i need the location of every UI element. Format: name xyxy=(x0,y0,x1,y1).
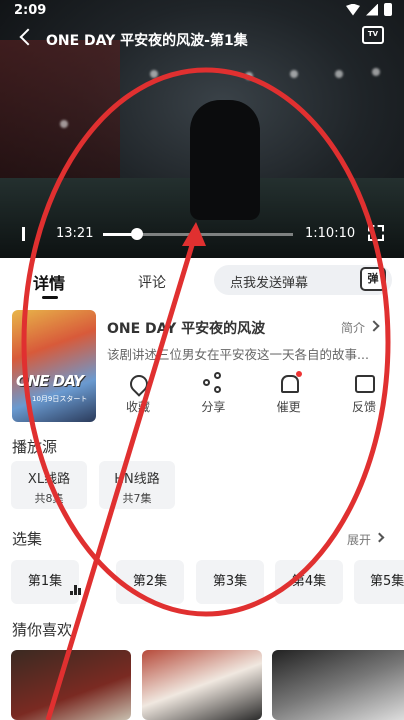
battery-icon xyxy=(384,3,392,16)
danmaku-input[interactable]: 点我发送弹幕 弹 xyxy=(214,265,392,295)
danmaku-placeholder: 点我发送弹幕 xyxy=(230,276,309,291)
tab-comment[interactable]: 评论 xyxy=(138,272,166,292)
feedback-icon xyxy=(353,372,375,394)
chevron-right-icon[interactable] xyxy=(368,320,380,332)
tab-indicator xyxy=(42,296,58,299)
show-title: ONE DAY 平安夜的风波 xyxy=(107,321,266,337)
show-poster: ONE DAY 10月9日スタート xyxy=(12,310,96,422)
source-count: 共8集 xyxy=(34,492,64,505)
video-player[interactable]: 2:09 ONE DAY 平安夜的风波-第1集 TV 13:21 1:10:10 xyxy=(0,0,404,258)
tv-cast-icon[interactable]: TV xyxy=(362,26,384,44)
player-top-bar: ONE DAY 平安夜的风波-第1集 TV xyxy=(0,24,404,56)
danmaku-toggle-icon[interactable]: 弹 xyxy=(360,267,386,291)
episode-label: 第2集 xyxy=(132,574,168,589)
show-description: 该剧讲述三位男女在平安夜这一天各自的故事... xyxy=(107,347,369,362)
now-playing-icon xyxy=(70,585,82,595)
source-name: XL线路 xyxy=(27,472,71,487)
source-item[interactable]: XL线路 共8集 xyxy=(11,461,87,509)
recommend-card[interactable] xyxy=(142,650,262,720)
video-frame-figure xyxy=(190,100,260,220)
poster-date: 10月9日スタート xyxy=(32,395,88,403)
episode-label: 第3集 xyxy=(212,574,248,589)
status-bar: 2:09 xyxy=(0,0,404,24)
episodes-title: 选集 xyxy=(12,530,43,548)
remind-update-button[interactable]: 催更 xyxy=(259,371,319,424)
back-icon[interactable] xyxy=(16,28,36,48)
bell-icon xyxy=(278,371,302,394)
wifi-icon xyxy=(346,3,360,16)
current-time: 13:21 xyxy=(56,226,94,241)
episode-item[interactable]: 第4集 xyxy=(275,560,343,604)
feedback-label: 反馈 xyxy=(351,400,376,414)
chevron-right-icon[interactable] xyxy=(374,532,385,543)
recommend-card[interactable] xyxy=(272,650,404,720)
episode-label: 第5集 xyxy=(370,574,404,589)
source-item[interactable]: HN线路 共7集 xyxy=(99,461,175,509)
episode-label: 第1集 xyxy=(27,574,63,589)
episode-label: 第4集 xyxy=(291,574,327,589)
share-icon xyxy=(202,372,224,394)
feedback-button[interactable]: 反馈 xyxy=(334,372,394,424)
heart-icon xyxy=(127,372,149,394)
video-frame-wall xyxy=(0,40,120,190)
signal-icon xyxy=(366,3,378,16)
status-time: 2:09 xyxy=(14,3,47,18)
fullscreen-icon[interactable] xyxy=(368,225,384,241)
remind-update-label: 催更 xyxy=(276,400,301,414)
episode-item[interactable]: 第5集 xyxy=(354,560,404,604)
episode-item[interactable]: 第1集 xyxy=(11,560,79,604)
total-time: 1:10:10 xyxy=(305,226,356,241)
share-label: 分享 xyxy=(201,400,226,414)
episode-item[interactable]: 第3集 xyxy=(196,560,264,604)
favorite-button[interactable]: 收藏 xyxy=(108,372,168,424)
detail-tabs: 详情 评论 点我发送弹幕 弹 xyxy=(0,258,404,302)
recommend-card[interactable] xyxy=(11,650,131,720)
video-title: ONE DAY 平安夜的风波-第1集 xyxy=(46,33,248,49)
seek-knob[interactable] xyxy=(131,228,144,240)
pause-icon[interactable] xyxy=(22,227,25,241)
share-button[interactable]: 分享 xyxy=(183,372,243,424)
recommend-row xyxy=(0,650,404,720)
poster-title: ONE DAY xyxy=(16,372,84,390)
sources-title: 播放源 xyxy=(12,438,58,456)
source-count: 共7集 xyxy=(122,492,152,505)
player-controls: 13:21 1:10:10 xyxy=(0,222,404,246)
favorite-label: 收藏 xyxy=(125,400,150,414)
intro-link[interactable]: 简介 xyxy=(341,319,365,336)
recommend-title: 猜你喜欢 xyxy=(12,621,73,639)
expand-link[interactable]: 展开 xyxy=(347,531,371,548)
seek-bar[interactable] xyxy=(103,228,293,240)
action-row: 收藏 分享 催更 反馈 xyxy=(108,371,394,424)
source-name: HN线路 xyxy=(114,472,160,487)
episode-item[interactable]: 第2集 xyxy=(116,560,184,604)
tab-detail[interactable]: 详情 xyxy=(33,270,65,294)
